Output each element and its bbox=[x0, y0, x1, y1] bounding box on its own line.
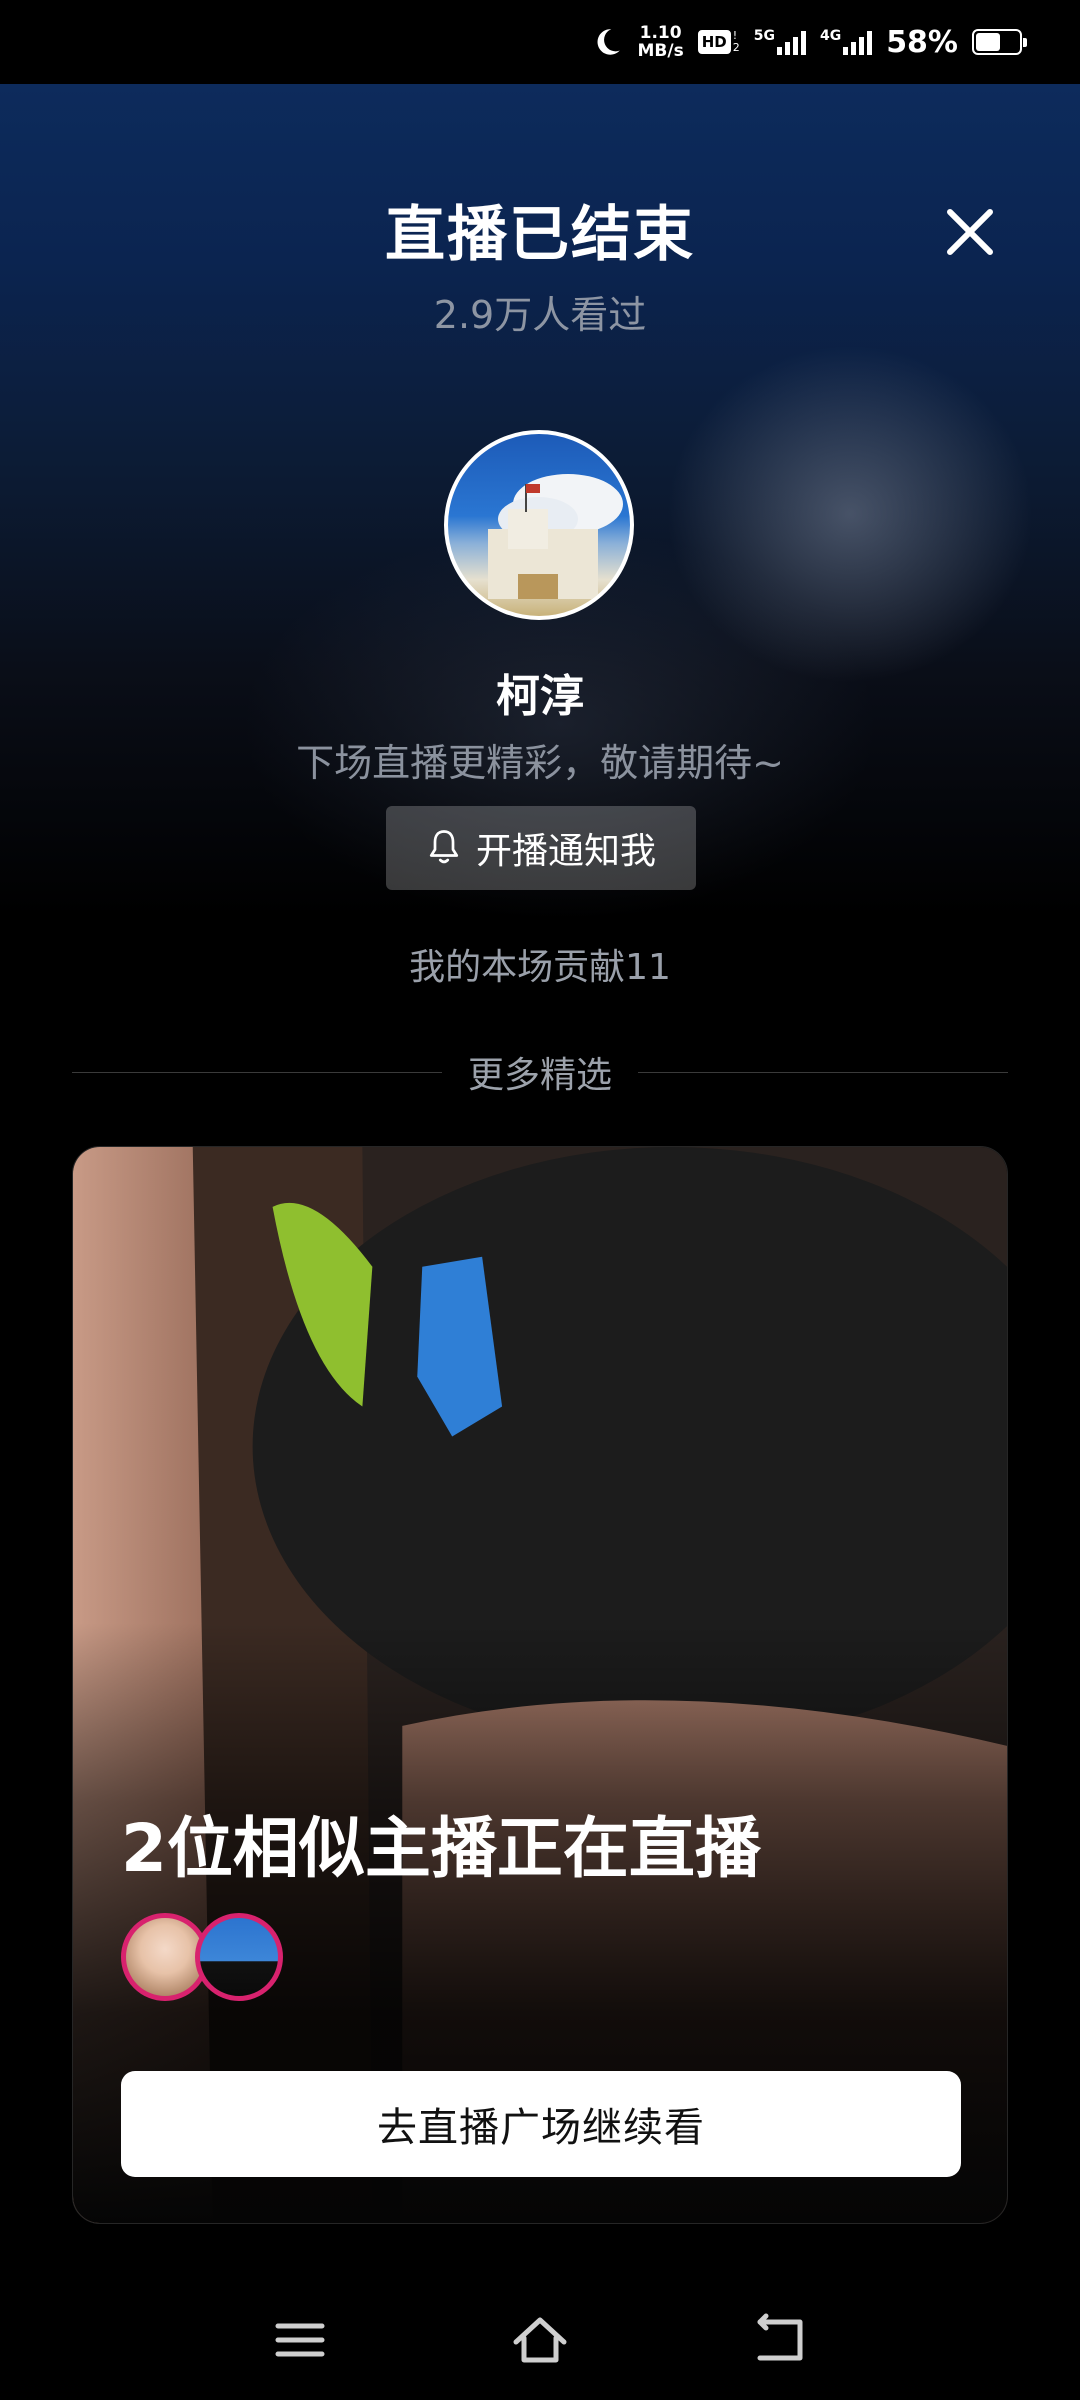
similar-streamers-card[interactable]: 2位相似主播正在直播 去直播广场继续看 bbox=[72, 1146, 1008, 2224]
divider-line-left bbox=[72, 1071, 442, 1073]
hd-label: HD bbox=[697, 30, 731, 54]
notify-me-button[interactable]: 开播通知我 bbox=[386, 806, 696, 890]
streamer-name: 柯淳 bbox=[496, 671, 584, 722]
notify-me-label: 开播通知我 bbox=[475, 831, 656, 872]
bell-icon bbox=[429, 830, 459, 864]
streamer-avatar[interactable] bbox=[444, 430, 634, 620]
my-contribution: 我的本场贡献11 bbox=[409, 947, 671, 988]
network-speed: 1.10 MB/s bbox=[638, 24, 684, 60]
back-icon[interactable] bbox=[750, 2312, 810, 2368]
more-picks-divider: 更多精选 bbox=[72, 1046, 1009, 1098]
page-title: 直播已结束 bbox=[385, 200, 695, 270]
navigation-bar bbox=[0, 2276, 1080, 2400]
network-speed-unit: MB/s bbox=[637, 41, 684, 61]
streamer-tagline: 下场直播更精彩，敬请期待~ bbox=[296, 741, 784, 785]
divider-line-right bbox=[638, 1071, 1009, 1073]
battery-icon bbox=[972, 29, 1027, 55]
status-icons: 1.10 MB/s HD ! 2 5G 4G 58% bbox=[590, 0, 1027, 84]
signal-5g-label: 5G bbox=[753, 28, 775, 44]
avatar-image bbox=[488, 474, 623, 599]
battery-fill bbox=[976, 33, 1001, 51]
streamer-avatar-2 bbox=[195, 1913, 283, 2001]
close-icon[interactable] bbox=[940, 202, 1000, 262]
battery-percent: 58% bbox=[886, 24, 958, 60]
viewer-count: 2.9万人看过 bbox=[433, 293, 647, 337]
signal-4g-icon: 4G bbox=[819, 28, 873, 55]
network-speed-value: 1.10 bbox=[639, 23, 682, 43]
hd-sub-bottom: 2 bbox=[732, 41, 740, 54]
go-to-live-square-button[interactable]: 去直播广场继续看 bbox=[121, 2071, 961, 2177]
more-picks-label: 更多精选 bbox=[468, 1055, 613, 1096]
card-title: 2位相似主播正在直播 bbox=[121, 1810, 761, 1887]
menu-icon[interactable] bbox=[270, 2312, 330, 2368]
home-icon[interactable] bbox=[510, 2312, 570, 2368]
status-bar: 1.10 MB/s HD ! 2 5G 4G 58% bbox=[0, 0, 1080, 84]
signal-5g-icon: 5G bbox=[754, 29, 806, 55]
signal-4g-label: 4G bbox=[819, 28, 842, 44]
hd-icon: HD ! 2 bbox=[697, 30, 740, 54]
moon-icon bbox=[597, 29, 620, 55]
streamer-avatars bbox=[121, 1913, 283, 2001]
